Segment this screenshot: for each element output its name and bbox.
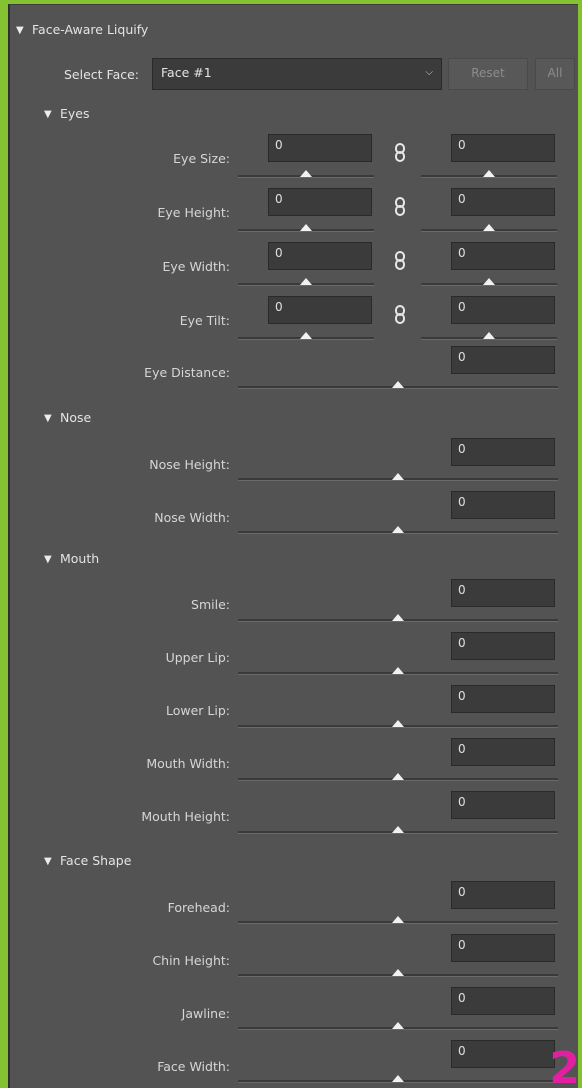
face-width-label: Face Width:: [157, 1059, 230, 1074]
jawline-label: Jawline:: [181, 1006, 230, 1021]
chin-height-label: Chin Height:: [152, 953, 230, 968]
face-width-field[interactable]: 0: [451, 1040, 555, 1068]
nose-height-slider-thumb[interactable]: [392, 473, 404, 480]
eye-distance-slider-thumb[interactable]: [392, 381, 404, 388]
nose-width-label: Nose Width:: [154, 510, 230, 525]
select-face-label: Select Face:: [64, 67, 140, 82]
eyes-collapse-triangle-icon[interactable]: ▼: [44, 109, 52, 120]
nose-collapse-triangle-icon[interactable]: ▼: [44, 413, 52, 424]
face-width-slider-thumb[interactable]: [392, 1075, 404, 1082]
link-chain-icon[interactable]: [393, 251, 407, 271]
chin-height-field[interactable]: 0: [451, 934, 555, 962]
smile-field[interactable]: 0: [451, 579, 555, 607]
mouth-collapse-triangle-icon[interactable]: ▼: [44, 554, 52, 565]
eye-size-label: Eye Size:: [173, 151, 230, 166]
reset-button[interactable]: Reset: [448, 58, 528, 90]
eye-width-label: Eye Width:: [162, 259, 231, 274]
face-aware-liquify-panel: ▼ Face-Aware Liquify Select Face: Face #…: [8, 4, 578, 1088]
eye-tilt-label: Eye Tilt:: [179, 313, 230, 328]
lower-lip-slider-thumb[interactable]: [392, 720, 404, 727]
eye-size-left-slider-thumb[interactable]: [300, 170, 312, 177]
lower-lip-label: Lower Lip:: [165, 703, 230, 718]
upper-lip-field[interactable]: 0: [451, 632, 555, 660]
jawline-slider-thumb[interactable]: [392, 1022, 404, 1029]
eye-distance-field[interactable]: 0: [451, 346, 555, 374]
select-face-value: Face #1: [161, 65, 212, 80]
overlay-number-badge: 2: [549, 1043, 578, 1088]
link-chain-icon[interactable]: [393, 305, 407, 325]
eye-width-left-slider-thumb[interactable]: [300, 278, 312, 285]
face-shape-section-title: Face Shape: [60, 853, 132, 868]
eye-width-left-field[interactable]: 0: [268, 242, 372, 270]
smile-slider-thumb[interactable]: [392, 614, 404, 621]
nose-section-title: Nose: [60, 410, 92, 425]
face-shape-collapse-triangle-icon[interactable]: ▼: [44, 856, 52, 867]
link-chain-icon[interactable]: [393, 197, 407, 217]
mouth-height-field[interactable]: 0: [451, 791, 555, 819]
mouth-width-slider-thumb[interactable]: [392, 773, 404, 780]
forehead-field[interactable]: 0: [451, 881, 555, 909]
panel-title: Face-Aware Liquify: [32, 22, 149, 37]
eye-height-right-slider-thumb[interactable]: [483, 224, 495, 231]
forehead-label: Forehead:: [167, 900, 230, 915]
eye-width-right-field[interactable]: 0: [451, 242, 555, 270]
smile-label: Smile:: [191, 597, 230, 612]
upper-lip-slider-thumb[interactable]: [392, 667, 404, 674]
jawline-field[interactable]: 0: [451, 987, 555, 1015]
eye-height-right-field[interactable]: 0: [451, 188, 555, 216]
select-face-dropdown[interactable]: Face #1 ⌵: [152, 58, 442, 90]
eye-tilt-right-field[interactable]: 0: [451, 296, 555, 324]
upper-lip-label: Upper Lip:: [165, 650, 230, 665]
all-button[interactable]: All: [535, 58, 575, 90]
eye-height-left-field[interactable]: 0: [268, 188, 372, 216]
chin-height-slider-thumb[interactable]: [392, 969, 404, 976]
collapse-triangle-icon[interactable]: ▼: [16, 25, 24, 36]
eye-size-right-field[interactable]: 0: [451, 134, 555, 162]
forehead-slider-thumb[interactable]: [392, 916, 404, 923]
mouth-section-title: Mouth: [60, 551, 100, 566]
nose-width-field[interactable]: 0: [451, 491, 555, 519]
eye-width-right-slider-thumb[interactable]: [483, 278, 495, 285]
eye-height-label: Eye Height:: [157, 205, 231, 220]
nose-width-slider-thumb[interactable]: [392, 526, 404, 533]
eye-distance-label: Eye Distance:: [144, 365, 230, 380]
chevron-down-icon: ⌵: [425, 67, 433, 78]
eyes-section-title: Eyes: [60, 106, 90, 121]
lower-lip-field[interactable]: 0: [451, 685, 555, 713]
eye-height-left-slider-thumb[interactable]: [300, 224, 312, 231]
eye-tilt-left-field[interactable]: 0: [268, 296, 372, 324]
eye-size-left-field[interactable]: 0: [268, 134, 372, 162]
eye-tilt-right-slider-thumb[interactable]: [483, 332, 495, 339]
nose-height-label: Nose Height:: [149, 457, 230, 472]
mouth-width-field[interactable]: 0: [451, 738, 555, 766]
mouth-height-label: Mouth Height:: [141, 809, 230, 824]
mouth-height-slider-thumb[interactable]: [392, 826, 404, 833]
eye-size-right-slider-thumb[interactable]: [483, 170, 495, 177]
link-chain-icon[interactable]: [393, 143, 407, 163]
eye-tilt-left-slider-thumb[interactable]: [300, 332, 312, 339]
mouth-width-label: Mouth Width:: [146, 756, 230, 771]
nose-height-field[interactable]: 0: [451, 438, 555, 466]
